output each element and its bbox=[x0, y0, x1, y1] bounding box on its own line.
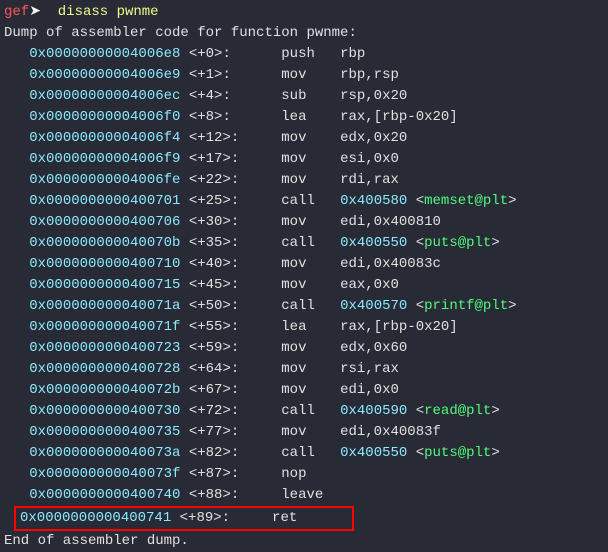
command-text: disass pwnme bbox=[58, 4, 159, 20]
asm-line: 0x00000000004006fe <+22>: mov rdi,rax bbox=[4, 170, 604, 191]
asm-line: 0x0000000000400706 <+30>: mov edi,0x4008… bbox=[4, 212, 604, 233]
asm-line: 0x00000000004006f4 <+12>: mov edx,0x20 bbox=[4, 128, 604, 149]
asm-line: 0x00000000004006e9 <+1>: mov rbp,rsp bbox=[4, 65, 604, 86]
asm-line: 0x0000000000400723 <+59>: mov edx,0x60 bbox=[4, 338, 604, 359]
asm-line: 0x0000000000400701 <+25>: call 0x400580 … bbox=[4, 191, 604, 212]
highlighted-instruction: 0x0000000000400741 <+89>: ret bbox=[4, 506, 604, 531]
asm-line: 0x00000000004006ec <+4>: sub rsp,0x20 bbox=[4, 86, 604, 107]
prompt-arrow: ➤ bbox=[29, 4, 49, 20]
prompt-line[interactable]: gef➤ disass pwnme bbox=[4, 2, 604, 23]
dump-footer: End of assembler dump. bbox=[4, 531, 604, 552]
asm-line: 0x0000000000400735 <+77>: mov edi,0x4008… bbox=[4, 422, 604, 443]
prompt-label: gef bbox=[4, 4, 29, 20]
asm-line: 0x00000000004006f0 <+8>: lea rax,[rbp-0x… bbox=[4, 107, 604, 128]
asm-line: 0x0000000000400730 <+72>: call 0x400590 … bbox=[4, 401, 604, 422]
asm-line: 0x000000000040071a <+50>: call 0x400570 … bbox=[4, 296, 604, 317]
asm-line: 0x000000000040070b <+35>: call 0x400550 … bbox=[4, 233, 604, 254]
disassembly-listing: 0x00000000004006e8 <+0>: push rbp 0x0000… bbox=[4, 44, 604, 506]
asm-line: 0x0000000000400710 <+40>: mov edi,0x4008… bbox=[4, 254, 604, 275]
highlight-box: 0x0000000000400741 <+89>: ret bbox=[14, 506, 354, 531]
asm-line: 0x000000000040073a <+82>: call 0x400550 … bbox=[4, 443, 604, 464]
asm-line: 0x0000000000400728 <+64>: mov rsi,rax bbox=[4, 359, 604, 380]
asm-line: 0x00000000004006f9 <+17>: mov esi,0x0 bbox=[4, 149, 604, 170]
dump-header: Dump of assembler code for function pwnm… bbox=[4, 23, 604, 44]
asm-line: 0x0000000000400740 <+88>: leave bbox=[4, 485, 604, 506]
asm-line: 0x00000000004006e8 <+0>: push rbp bbox=[4, 44, 604, 65]
asm-line: 0x000000000040072b <+67>: mov edi,0x0 bbox=[4, 380, 604, 401]
asm-line: 0x0000000000400715 <+45>: mov eax,0x0 bbox=[4, 275, 604, 296]
asm-line: 0x000000000040073f <+87>: nop bbox=[4, 464, 604, 485]
asm-line: 0x000000000040071f <+55>: lea rax,[rbp-0… bbox=[4, 317, 604, 338]
